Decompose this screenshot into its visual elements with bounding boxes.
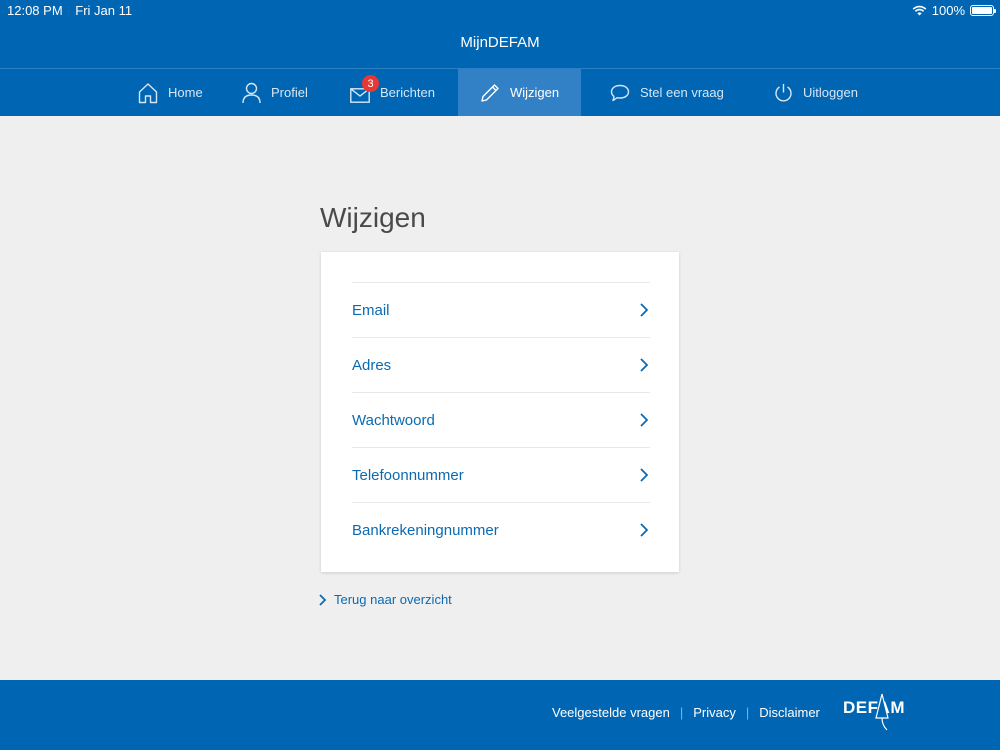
list-item-label: Bankrekeningnummer [352, 521, 499, 539]
list-item-label: Adres [352, 356, 392, 374]
home-icon [138, 82, 158, 103]
sail-logo-icon [875, 693, 889, 731]
messages-badge: 3 [362, 75, 379, 92]
wifi-icon [912, 5, 927, 16]
page-title: Wijzigen [320, 202, 426, 233]
app-title: MijnDEFAM [460, 34, 540, 51]
list-item-bankrekeningnummer[interactable]: Bankrekeningnummer [352, 502, 650, 557]
chevron-right-icon [640, 523, 648, 537]
footer-disclaimer-link[interactable]: Disclaimer [759, 705, 820, 720]
footer-links: Veelgestelde vragen | Privacy | Disclaim… [552, 705, 820, 720]
list-item-label: Wachtwoord [352, 411, 435, 429]
status-bar-left: 12:08 PM Fri Jan 11 [7, 3, 141, 18]
footer: Veelgestelde vragen | Privacy | Disclaim… [0, 680, 1000, 750]
user-icon [242, 82, 261, 103]
power-icon [775, 83, 792, 101]
list-item-email[interactable]: Email [352, 282, 650, 337]
chevron-right-icon [640, 303, 648, 317]
footer-privacy-link[interactable]: Privacy [693, 705, 736, 720]
status-date: Fri Jan 11 [75, 3, 133, 18]
main-nav: Home Profiel 3 Berichten Wijzigen Stel e… [0, 68, 1000, 116]
settings-list: Email Adres Wachtwoord Telefoonnummer Ba… [352, 282, 650, 557]
back-link-label: Terug naar overzicht [334, 592, 452, 607]
nav-vraag-label: Stel een vraag [640, 85, 724, 100]
footer-faq-link[interactable]: Veelgestelde vragen [552, 705, 670, 720]
list-item-telefoonnummer[interactable]: Telefoonnummer [352, 447, 650, 502]
nav-stel-een-vraag[interactable]: Stel een vraag [610, 69, 724, 116]
chevron-right-icon [640, 413, 648, 427]
nav-home-label: Home [168, 85, 203, 100]
chevron-right-icon [640, 468, 648, 482]
nav-home[interactable]: Home [138, 69, 203, 116]
nav-wijzigen[interactable]: Wijzigen [458, 69, 581, 116]
settings-card: Email Adres Wachtwoord Telefoonnummer Ba… [321, 252, 679, 572]
nav-uitloggen[interactable]: Uitloggen [774, 69, 858, 116]
back-to-overview-link[interactable]: Terug naar overzicht [319, 592, 452, 607]
list-item-wachtwoord[interactable]: Wachtwoord [352, 392, 650, 447]
battery-percent: 100% [931, 3, 965, 18]
list-item-label: Email [352, 301, 390, 319]
nav-wijzigen-label: Wijzigen [510, 85, 560, 100]
battery-icon [970, 5, 996, 16]
footer-separator: | [679, 705, 684, 720]
nav-profiel-label: Profiel [271, 85, 308, 100]
chevron-right-icon [319, 593, 326, 606]
list-item-label: Telefoonnummer [352, 466, 464, 484]
pencil-icon [481, 83, 499, 102]
footer-separator: | [745, 705, 750, 720]
chevron-right-icon [640, 358, 648, 372]
nav-uitloggen-label: Uitloggen [803, 85, 858, 100]
nav-profiel[interactable]: Profiel [242, 69, 308, 116]
nav-berichten-label: Berichten [380, 85, 435, 100]
list-item-adres[interactable]: Adres [352, 337, 650, 392]
status-time: 12:08 PM [7, 3, 63, 18]
top-bar: 12:08 PM Fri Jan 11 100% MijnDEFAM [0, 0, 1000, 68]
status-bar-right: 100% [912, 3, 996, 18]
speech-bubble-icon [610, 84, 630, 101]
nav-berichten[interactable]: 3 Berichten [350, 69, 435, 116]
